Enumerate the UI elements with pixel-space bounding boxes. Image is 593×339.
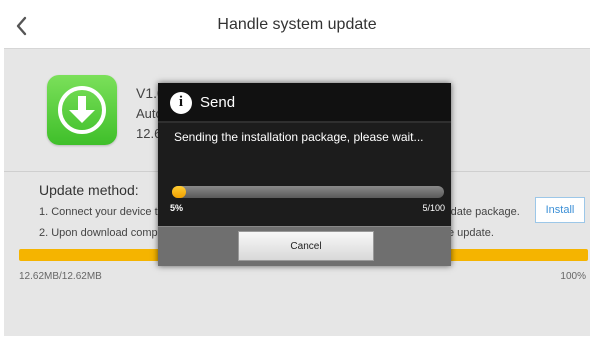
- install-button[interactable]: Install: [535, 197, 585, 223]
- dialog-message: Sending the installation package, please…: [174, 130, 424, 144]
- dialog-footer: Cancel: [158, 226, 451, 266]
- download-size-label: 12.62MB/12.62MB: [19, 271, 102, 282]
- info-icon: i: [170, 92, 192, 114]
- dialog-separator: [158, 121, 451, 123]
- download-arrow-icon: [58, 86, 106, 134]
- update-step-1-start: 1. Connect your device t: [39, 206, 158, 218]
- cancel-button[interactable]: Cancel: [238, 231, 374, 261]
- update-step-2-end: e update.: [448, 227, 494, 239]
- app-icon: [47, 75, 117, 145]
- screen: Handle system update V1.0 Auto q 12.6 Up…: [4, 3, 590, 336]
- dialog-progress-percent: 5%: [170, 203, 184, 213]
- dialog-title: Send: [200, 94, 236, 111]
- download-percent-label: 100%: [560, 271, 586, 282]
- dialog-progress-fill: [172, 186, 186, 198]
- update-step-2-start: 2. Upon download comp: [39, 227, 158, 239]
- page-title: Handle system update: [217, 16, 377, 33]
- dialog-header: i Send: [158, 83, 451, 121]
- dialog-progress-bar: [172, 186, 444, 198]
- dialog-progress-count: 5/100: [422, 203, 445, 213]
- update-method-title: Update method:: [39, 182, 139, 198]
- send-dialog: i Send Sending the installation package,…: [158, 83, 451, 266]
- top-bar: Handle system update: [4, 3, 590, 49]
